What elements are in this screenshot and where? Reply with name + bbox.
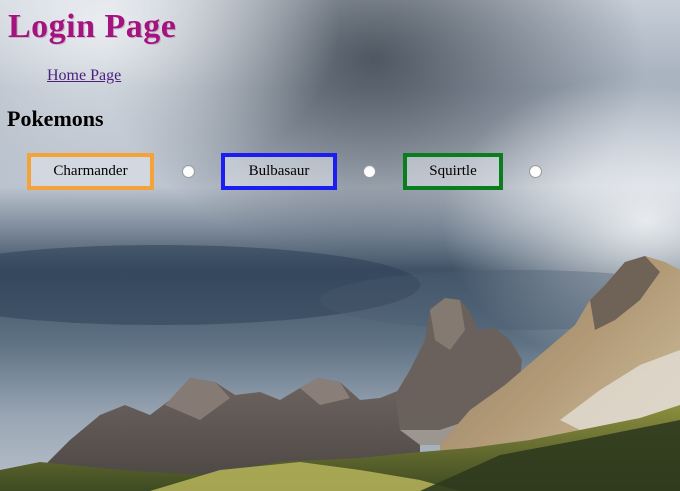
charmander-radio[interactable]: [182, 165, 195, 178]
squirtle-button[interactable]: Squirtle: [403, 153, 503, 190]
page-title: Login Page: [8, 8, 177, 45]
bulbasaur-button[interactable]: Bulbasaur: [221, 153, 337, 190]
pokemons-heading: Pokemons: [7, 106, 104, 131]
charmander-button[interactable]: Charmander: [27, 153, 154, 190]
bulbasaur-radio[interactable]: [363, 165, 376, 178]
squirtle-radio[interactable]: [529, 165, 542, 178]
home-page-link[interactable]: Home Page: [47, 66, 121, 86]
page-content: Login Page Home Page Pokemons Charmander…: [0, 0, 680, 491]
